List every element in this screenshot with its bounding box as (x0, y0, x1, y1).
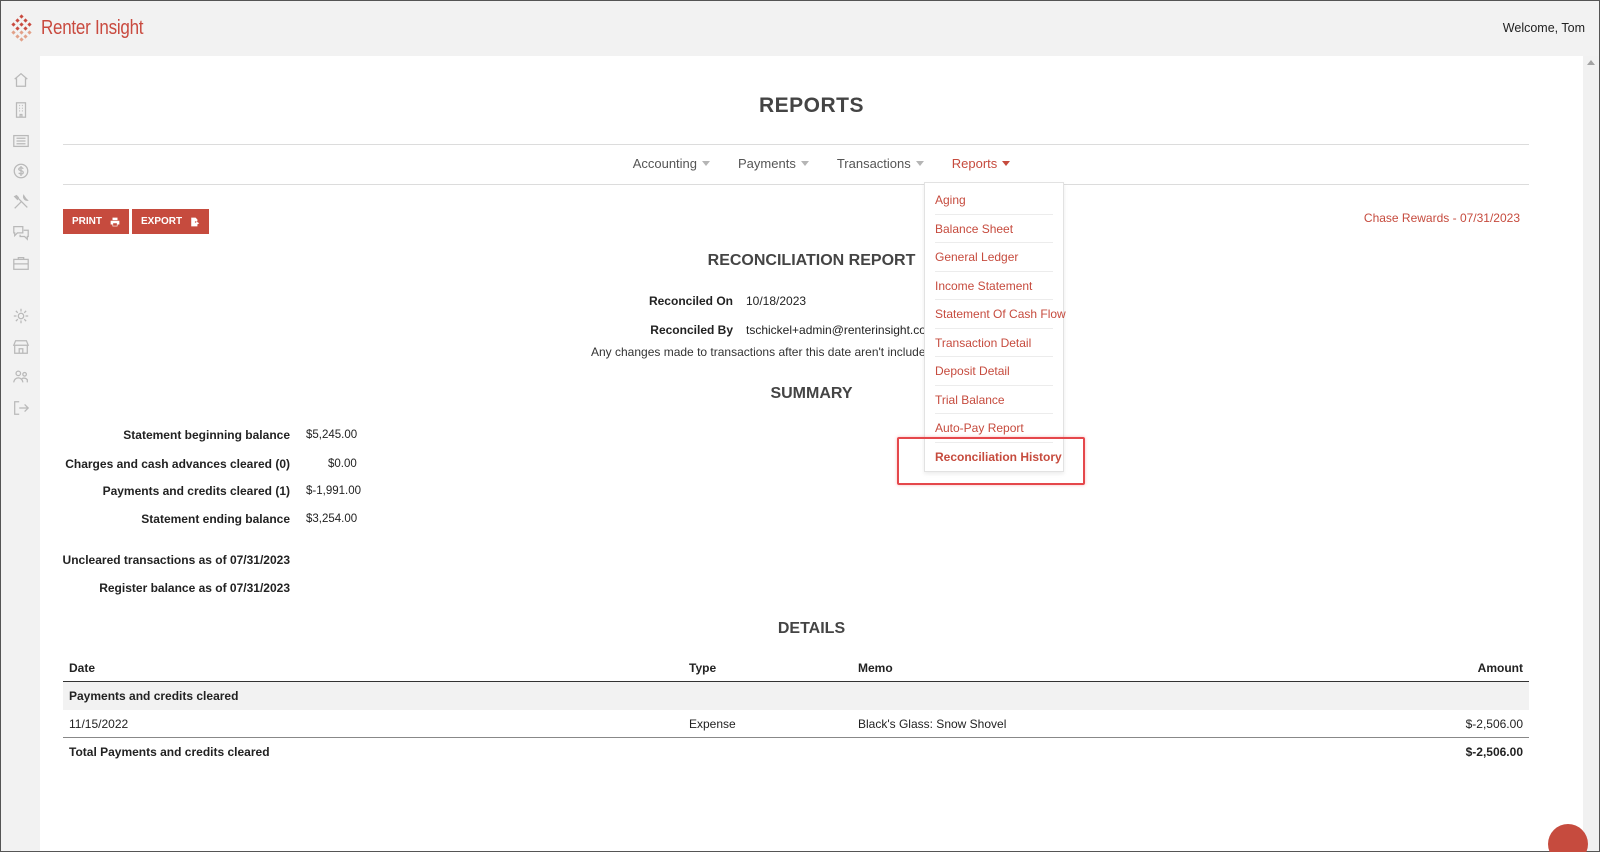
export-button[interactable]: EXPORT (132, 209, 209, 234)
report-tabs: Accounting Payments Transactions Reports (40, 156, 1583, 171)
logo-mark-icon (11, 14, 32, 42)
summary-value: $5,245.00 (306, 429, 358, 441)
cell-amount: $-2,506.00 (1465, 716, 1523, 731)
column-header-amount[interactable]: Amount (1412, 661, 1529, 675)
summary-title: SUMMARY (770, 385, 853, 402)
summary-label: Payments and credits cleared (1) (102, 484, 290, 498)
store-icon[interactable] (11, 337, 31, 357)
building-icon[interactable] (11, 100, 31, 120)
tab-accounting[interactable]: Accounting (632, 156, 711, 171)
menu-item-trial-balance[interactable]: Trial Balance (935, 386, 1053, 414)
brand-logo[interactable]: Renter Insight (9, 14, 161, 42)
summary-value: $0.00 (328, 458, 357, 470)
tab-payments[interactable]: Payments (738, 156, 809, 171)
caret-down-icon (800, 161, 809, 166)
tab-reports[interactable]: Reports (952, 156, 1011, 171)
divider (63, 184, 1529, 185)
printer-icon (110, 217, 120, 226)
total-amount: $-2,506.00 (1465, 745, 1523, 759)
summary-value: $3,254.00 (306, 513, 358, 525)
menu-item-statement-of-cash-flow[interactable]: Statement Of Cash Flow (935, 300, 1066, 329)
table-header: Date Type Memo Amount (63, 654, 1529, 682)
register-balance-label: Register balance as of 07/31/2023 (99, 581, 290, 595)
brand-name: Renter Insight (41, 16, 144, 39)
caret-down-icon (915, 161, 924, 166)
details-table: Date Type Memo Amount Payments and credi… (63, 654, 1529, 766)
summary-value: $-1,991.00 (306, 485, 361, 497)
tab-label: Accounting (632, 156, 698, 171)
top-bar: Renter Insight Welcome, Tom (1, 1, 1599, 56)
summary-label: Statement beginning balance (123, 428, 290, 442)
cell-type: Expense (689, 716, 736, 731)
column-header-type[interactable]: Type (683, 661, 852, 675)
print-button[interactable]: PRINT (63, 209, 129, 234)
caret-down-icon (1002, 161, 1011, 166)
tab-label: Payments (738, 156, 796, 171)
users-icon[interactable] (11, 367, 31, 387)
vertical-scrollbar[interactable] (1583, 56, 1599, 851)
chat-icon[interactable] (11, 222, 31, 242)
reconciled-on-label: Reconciled On (648, 294, 733, 308)
menu-item-deposit-detail[interactable]: Deposit Detail (935, 357, 1053, 386)
highlight-box (897, 437, 1085, 485)
cell-memo: Black's Glass: Snow Shovel (858, 716, 1007, 731)
reports-dropdown-menu: Aging Balance Sheet General Ledger Incom… (924, 182, 1066, 472)
page-title: REPORTS (758, 94, 864, 117)
reconciled-by-value: tschickel+admin@renterinsight.co (746, 323, 926, 337)
reconciled-by-label: Reconciled By (650, 323, 733, 337)
tab-label: Reports (951, 156, 998, 171)
scroll-up-arrow-icon[interactable] (1587, 60, 1595, 65)
menu-item-aging[interactable]: Aging (935, 186, 1053, 215)
home-icon[interactable] (11, 70, 31, 90)
report-title: RECONCILIATION REPORT (707, 252, 916, 269)
print-label: PRINT (72, 216, 102, 227)
table-row[interactable]: 11/15/2022 Expense Black's Glass: Snow S… (63, 710, 1529, 738)
tab-label: Transactions (836, 156, 911, 171)
divider (63, 144, 1529, 145)
total-row: Total Payments and credits cleared $-2,5… (63, 738, 1529, 766)
reconciled-on-value: 10/18/2023 (746, 294, 807, 308)
account-link[interactable]: Chase Rewards - 07/31/2023 (1364, 211, 1520, 225)
welcome-text: Welcome, Tom (1502, 21, 1585, 35)
menu-item-transaction-detail[interactable]: Transaction Detail (935, 329, 1053, 357)
uncleared-label: Uncleared transactions as of 07/31/2023 (62, 553, 290, 567)
menu-item-general-ledger[interactable]: General Ledger (935, 243, 1053, 272)
details-title: DETAILS (777, 620, 846, 637)
sidebar (1, 56, 40, 851)
export-file-icon (191, 217, 200, 226)
total-label: Total Payments and credits cleared (69, 745, 270, 759)
caret-down-icon (702, 161, 711, 166)
menu-item-balance-sheet[interactable]: Balance Sheet (935, 215, 1053, 243)
briefcase-icon[interactable] (11, 253, 31, 273)
gear-icon[interactable] (11, 306, 31, 326)
menu-item-income-statement[interactable]: Income Statement (935, 272, 1053, 300)
column-header-memo[interactable]: Memo (852, 661, 1412, 675)
list-icon[interactable] (11, 131, 31, 151)
cell-date: 11/15/2022 (69, 716, 129, 731)
group-row: Payments and credits cleared (63, 682, 1529, 710)
summary-label: Statement ending balance (141, 512, 290, 526)
tab-transactions[interactable]: Transactions (837, 156, 924, 171)
column-header-date[interactable]: Date (63, 661, 683, 675)
main-content: REPORTS Accounting Payments Transactions… (40, 56, 1583, 851)
group-label: Payments and credits cleared (69, 689, 239, 703)
reconcile-note: Any changes made to transactions after t… (591, 345, 933, 359)
export-label: EXPORT (141, 216, 183, 227)
tools-icon[interactable] (11, 192, 31, 212)
logout-icon[interactable] (11, 398, 31, 418)
summary-label: Charges and cash advances cleared (0) (65, 457, 290, 471)
dollar-icon[interactable] (11, 161, 31, 181)
